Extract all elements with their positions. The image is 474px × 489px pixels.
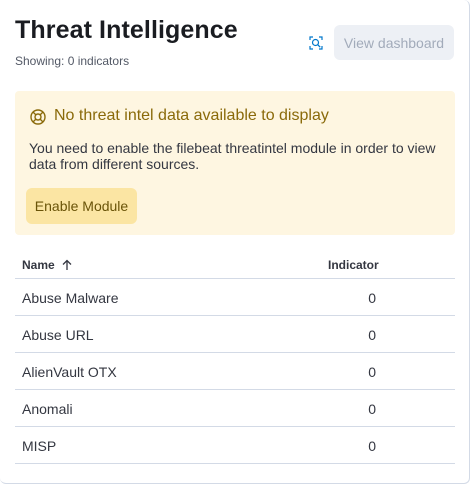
row-name: MISP — [22, 438, 57, 454]
table-row: MISP 0 — [15, 427, 455, 464]
panel-title: Threat Intelligence — [15, 16, 238, 44]
table-row: Anomali 0 — [15, 390, 455, 427]
arrow-up-icon — [62, 259, 72, 270]
table-row: AlienVault OTX 0 — [15, 353, 455, 390]
row-name: Anomali — [22, 401, 73, 417]
row-indicator-count: 0 — [368, 401, 376, 417]
table-row: Abuse Malware 0 — [15, 279, 455, 316]
callout-title: No threat intel data available to displa… — [54, 107, 329, 124]
sources-table: Name Indicator Abuse Malware 0 Abuse URL… — [15, 251, 455, 464]
row-indicator-count: 0 — [368, 364, 376, 380]
help-circle-icon — [30, 109, 46, 125]
no-data-callout: No threat intel data available to displa… — [15, 91, 455, 235]
table-row: Abuse URL 0 — [15, 316, 455, 353]
enable-module-button[interactable]: Enable Module — [26, 188, 137, 224]
row-name: AlienVault OTX — [22, 364, 117, 380]
threat-intel-panel: Threat Intelligence Showing: 0 indicator… — [0, 0, 474, 489]
view-dashboard-button[interactable]: View dashboard — [334, 25, 454, 60]
column-name-label: Name — [22, 258, 55, 272]
inspect-button[interactable] — [302, 30, 330, 56]
column-header-indicator: Indicator — [328, 258, 379, 272]
row-name: Abuse Malware — [22, 290, 119, 306]
indicator-count: Showing: 0 indicators — [15, 54, 130, 68]
row-name: Abuse URL — [22, 327, 94, 343]
inspect-icon — [309, 36, 323, 50]
column-header-name[interactable]: Name — [22, 258, 73, 272]
row-indicator-count: 0 — [368, 438, 376, 454]
row-indicator-count: 0 — [368, 290, 376, 306]
row-indicator-count: 0 — [368, 327, 376, 343]
table-header: Name Indicator — [15, 251, 455, 279]
callout-body: You need to enable the filebeat threatin… — [29, 140, 436, 172]
